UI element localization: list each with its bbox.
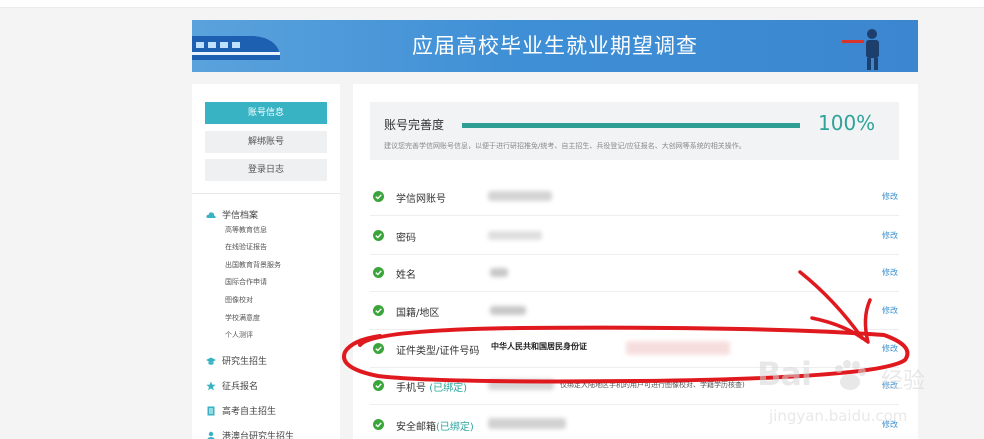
top-bar [0,0,984,8]
banner-title: 应届高校毕业生就业期望调查 [412,34,698,58]
watermark-logo: Bai [757,355,812,393]
edit-link[interactable]: 修改 [882,305,898,316]
masked-value [488,418,566,429]
edit-link[interactable]: 修改 [882,267,898,278]
edit-link[interactable]: 修改 [882,191,898,202]
baidu-jingyan-watermark: Bai 经验 jingyan.baidu.com [757,355,947,439]
row-label: 密码 [396,233,416,244]
sidebar-divider [192,193,340,194]
watermark-jingyan-text: 经验 [881,369,926,394]
check-circle-icon [373,191,384,202]
watermark-url: jingyan.baidu.com [769,407,908,425]
row-label: 证件类型/证件号码 [396,346,480,357]
completeness-progress-bar [462,123,800,128]
completeness-hint: 建议您完善学信网账号信息，以便于进行研招推免/统考、自主招生、兵役登记/应征报名… [384,142,746,150]
edit-link[interactable]: 修改 [882,230,898,241]
masked-value [626,341,730,355]
check-circle-icon [373,380,384,391]
sidebar-subitem-overseas-service[interactable]: 出国教育背景服务 [225,260,281,270]
sidebar-group-label: 研究生招生 [222,357,268,367]
masked-value [490,306,526,315]
sidebar-subitem-intl-cooperation[interactable]: 国际合作申请 [225,277,267,287]
bound-status: (已绑定) [429,383,467,394]
sidebar-group-conscription[interactable]: 征兵报名 [206,379,258,392]
guard-figure-illustration [842,29,879,70]
star-icon [206,381,216,390]
masked-value [488,191,552,201]
sidebar-group-label: 港澳台研究生招生 [222,432,295,439]
info-row-name: 姓名 修改 [370,254,899,292]
sidebar-button-account-info[interactable]: 账号信息 [205,102,327,124]
sidebar-button-unbind-account[interactable]: 解绑账号 [205,131,327,153]
row-label-text: 安全邮箱 [396,422,436,433]
row-label: 手机号 (已绑定) [396,379,467,394]
check-circle-icon [373,267,384,278]
sidebar-subitem-online-report[interactable]: 在线验证报告 [225,242,267,252]
phone-note: 仅绑定大陆地区手机的用户可进行图像校对、学籍学历核查) [560,381,745,389]
bound-status: (已绑定) [436,422,474,433]
id-type-value: 中华人民共和国居民身份证 [491,342,587,351]
check-circle-icon [373,230,384,241]
page-banner: 应届高校毕业生就业期望调查 [192,20,918,72]
row-label: 学信网账号 [396,194,446,205]
check-circle-icon [373,343,384,354]
document-icon [207,406,215,415]
completeness-percent: 100% [818,111,876,135]
sidebar: 账号信息 解绑账号 登录日志 学信档案 高等教育信息 在线验证报告 出国教育背景… [192,84,340,439]
row-label-text: 手机号 [396,383,426,394]
masked-value [488,379,554,390]
sidebar-group-label: 征兵报名 [222,382,259,392]
edit-link[interactable]: 修改 [882,343,898,354]
graduation-cap-icon [206,357,216,365]
completeness-label: 账号完善度 [384,118,445,132]
sidebar-subitem-image-check[interactable]: 图像校对 [225,295,253,305]
paw-icon [835,360,866,390]
info-row-xuexin-account: 学信网账号 修改 [370,178,899,216]
sidebar-group-graduate-admission[interactable]: 研究生招生 [206,354,267,367]
completeness-box: 账号完善度 100% 建议您完善学信网账号信息，以便于进行研招推免/统考、自主招… [370,102,899,160]
info-row-password: 密码 修改 [370,217,899,255]
check-circle-icon [373,419,384,430]
info-row-nationality: 国籍/地区 修改 [370,292,899,330]
masked-value [488,231,542,240]
row-label: 安全邮箱(已绑定) [396,418,474,433]
cloud-icon [206,211,216,218]
sidebar-group-label: 高考自主招生 [222,407,277,417]
people-icon [207,431,215,439]
completeness-progress-fill [462,123,800,128]
masked-value [490,268,508,277]
row-label: 姓名 [396,270,416,281]
row-label: 国籍/地区 [396,308,440,319]
sidebar-subitem-school-satisfaction[interactable]: 学校满意度 [225,313,260,323]
sidebar-group-hkmt-graduate[interactable]: 港澳台研究生招生 [206,429,294,439]
sidebar-subitem-higher-education[interactable]: 高等教育信息 [225,225,267,235]
sidebar-group-label: 学信档案 [222,211,259,221]
sidebar-button-login-log[interactable]: 登录日志 [205,159,327,181]
sidebar-group-independent-admission[interactable]: 高考自主招生 [206,404,276,417]
sidebar-group-archive[interactable]: 学信档案 [206,208,258,221]
check-circle-icon [373,305,384,316]
sidebar-subitem-personal-assessment[interactable]: 个人测评 [225,330,253,340]
